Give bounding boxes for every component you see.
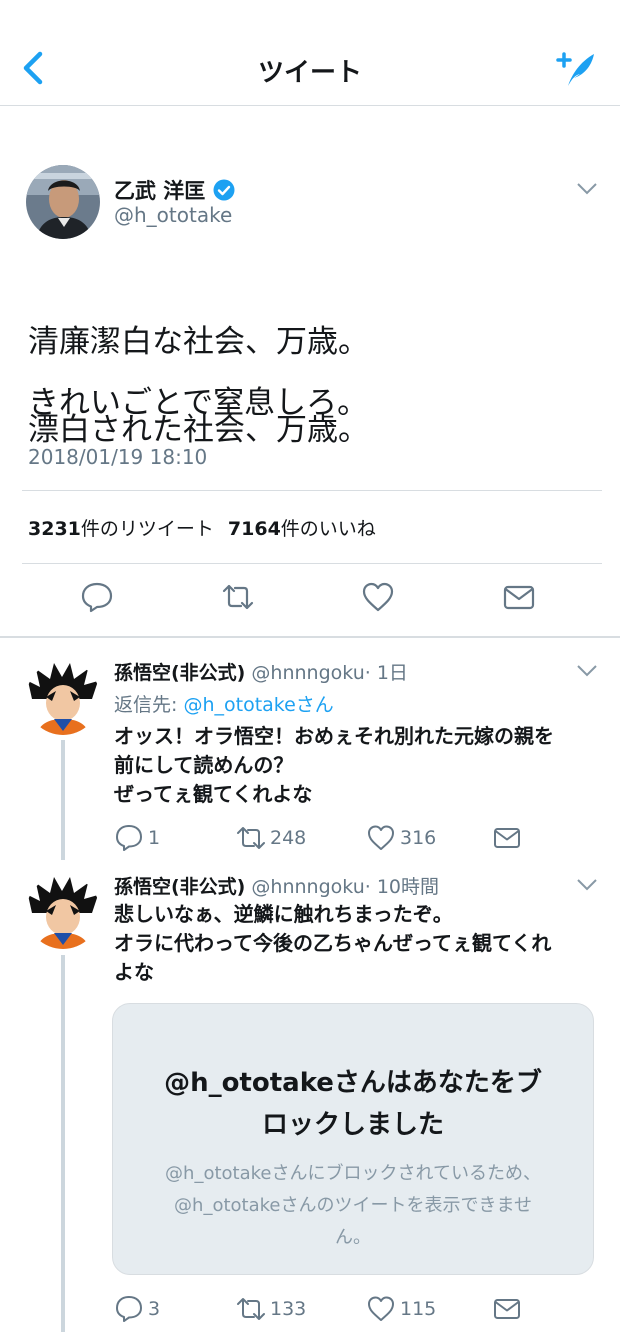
reply-text-line: よな	[114, 960, 154, 984]
retweet-label: 件のリツイート	[80, 518, 214, 540]
like-stat[interactable]: 7164件のいいね	[228, 514, 376, 541]
section-divider	[0, 636, 620, 638]
blocked-title-line: ロックしました	[261, 1110, 444, 1140]
tweet-action-bar	[0, 580, 620, 620]
reply-text: 悲しいなぁ、逆鱗に触れちまったぞ。 オラに代わって今後の乙ちゃんぜってぇ観てくれ…	[114, 900, 551, 987]
reply-author-handle: @hnnngoku	[251, 662, 365, 684]
author-name[interactable]: 乙武 洋匡	[114, 175, 235, 205]
reply-action-bar: 3 133 115	[114, 1294, 534, 1324]
reply-author-name: 孫悟空(非公式)	[114, 876, 246, 898]
blocked-description: @h_ototakeさんにブロックされているため、 @h_ototakeさんのツ…	[143, 1158, 563, 1254]
retweet-icon	[237, 1298, 265, 1320]
tweet-timestamp: 2018/01/19 18:10	[28, 445, 208, 469]
reply-to-prefix: 返信先:	[114, 694, 184, 716]
retweet-count: 3231	[28, 518, 81, 540]
chevron-down-icon[interactable]	[576, 182, 598, 196]
blocked-desc-line: ん。	[335, 1227, 371, 1248]
reply-text: オッス！オラ悟空！おめぇそれ別れた元嫁の親を 前にして読めんの？ ぜってぇ観てく…	[114, 722, 554, 809]
like-count: 316	[400, 827, 437, 849]
author-handle[interactable]: @h_ototake	[114, 203, 232, 227]
reply-avatar-image	[26, 661, 100, 735]
reply-to-link[interactable]: @h_ototakeさん	[183, 694, 333, 716]
like-count: 7164	[227, 518, 281, 540]
compose-tweet-icon[interactable]	[554, 48, 598, 92]
chevron-down-icon[interactable]	[576, 878, 598, 892]
retweet-icon[interactable]	[221, 580, 255, 614]
tweet-stats: 3231件のリツイート 7164件のいいね	[28, 514, 376, 541]
like-heart-icon	[368, 825, 394, 850]
blocked-desc-line: @h_ototakeさんのツイートを表示できませ	[174, 1195, 532, 1216]
thread-line	[61, 740, 65, 860]
divider	[22, 490, 602, 491]
reply-text-line: オッス！オラ悟空！おめぇそれ別れた元嫁の親を	[114, 724, 554, 748]
tweet-text-line: 清廉潔白な社会、万歳。	[28, 324, 369, 360]
reply-icon	[116, 1296, 142, 1322]
reply-text-line: ぜってぇ観てくれよな	[114, 782, 313, 806]
reply-action-bar: 1 248 316	[114, 823, 534, 853]
reply-count: 1	[148, 827, 161, 849]
author-name-text: 乙武 洋匡	[114, 179, 206, 203]
tweet-text-line: きれいごとで窒息しろ。	[28, 385, 369, 421]
chevron-down-icon[interactable]	[576, 664, 598, 678]
like-heart-icon	[368, 1296, 394, 1321]
direct-message-icon	[494, 1299, 520, 1319]
like-label: 件のいいね	[280, 518, 376, 540]
divider	[22, 563, 602, 564]
retweet-count: 133	[270, 1298, 307, 1320]
avatar[interactable]	[26, 875, 100, 949]
dm-button[interactable]	[492, 823, 522, 853]
reply-author-name: 孫悟空(非公式)	[114, 662, 246, 684]
retweet-stat[interactable]: 3231件のリツイート	[28, 514, 214, 541]
reply-text-line: 悲しいなぁ、逆鱗に触れちまったぞ。	[114, 902, 453, 926]
reply-button[interactable]: 1	[114, 823, 160, 853]
direct-message-icon[interactable]	[502, 580, 536, 614]
page-title: ツイート	[257, 58, 362, 88]
retweet-count: 248	[270, 827, 307, 849]
reply-header[interactable]: 孫悟空(非公式) @hnnngoku· 1日	[114, 658, 408, 685]
navigation-header: ツイート	[0, 0, 620, 106]
thread-line	[61, 955, 65, 1332]
like-heart-icon[interactable]	[361, 580, 395, 614]
reply-author-handle: @hnnngoku	[251, 876, 365, 898]
reply-avatar-image	[26, 875, 100, 949]
retweet-button[interactable]: 248	[236, 823, 306, 853]
reply-icon[interactable]	[80, 580, 114, 614]
reply-text-line: オラに代わって今後の乙ちゃんぜってぇ観てくれ	[114, 931, 552, 955]
reply-time: · 1日	[364, 662, 408, 684]
retweet-icon	[237, 827, 265, 849]
reply-time: · 10時間	[364, 876, 440, 898]
blocked-title: @h_ototakeさんはあなたをブ ロックしました	[143, 1062, 563, 1146]
avatar[interactable]	[26, 661, 100, 735]
reply-button[interactable]: 3	[114, 1294, 160, 1324]
like-button[interactable]: 115	[366, 1294, 436, 1324]
like-button[interactable]: 316	[366, 823, 436, 853]
direct-message-icon	[494, 828, 520, 848]
reply-text-line: 前にして読めんの？	[114, 753, 294, 777]
blocked-title-line: @h_ototakeさんはあなたをブ	[164, 1068, 542, 1098]
avatar[interactable]	[26, 165, 100, 239]
reply-icon	[116, 825, 142, 851]
dm-button[interactable]	[492, 1294, 522, 1324]
blocked-desc-line: @h_ototakeさんにブロックされているため、	[165, 1163, 541, 1184]
verified-badge-icon	[213, 179, 235, 201]
reply-header[interactable]: 孫悟空(非公式) @hnnngoku· 10時間	[114, 872, 439, 899]
reply-to: 返信先: @h_ototakeさん	[114, 690, 334, 717]
author-avatar-image	[26, 165, 100, 239]
blocked-tweet-card: @h_ototakeさんはあなたをブ ロックしました @h_ototakeさんに…	[112, 1003, 594, 1275]
reply-count: 3	[148, 1298, 161, 1320]
retweet-button[interactable]: 133	[236, 1294, 306, 1324]
like-count: 115	[400, 1298, 437, 1320]
